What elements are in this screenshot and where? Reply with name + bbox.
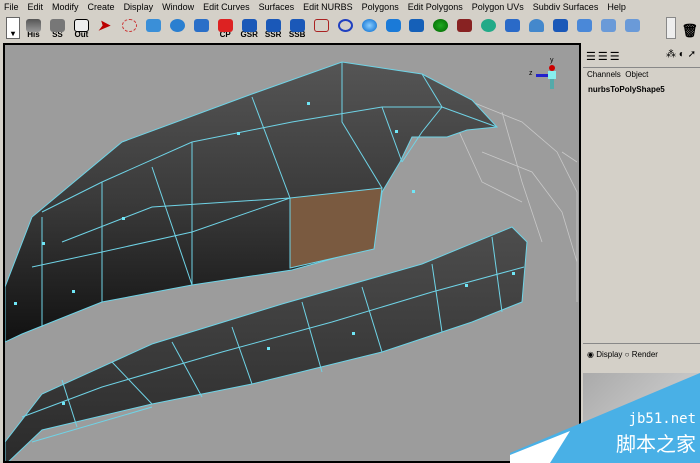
channel-box-icons[interactable]: ⁂ ◐ ➚ xyxy=(666,49,696,60)
menu-edit-curves[interactable]: Edit Curves xyxy=(203,2,250,12)
display-render-toggle: ◉ Display ○ Render xyxy=(583,343,700,365)
circle-icon[interactable] xyxy=(335,17,356,39)
shelf-ss-button[interactable]: SS xyxy=(47,17,68,39)
lasso-icon[interactable] xyxy=(119,17,140,39)
shelf-scroll[interactable] xyxy=(666,17,676,39)
menu-subdiv-surfaces[interactable]: Subdiv Surfaces xyxy=(533,2,599,12)
shelf-his-button[interactable]: His xyxy=(23,17,44,39)
shelf-out-button[interactable]: Out xyxy=(71,17,92,39)
shelf-menu-button[interactable]: ▾ xyxy=(6,17,20,39)
sphere-icon[interactable] xyxy=(359,17,380,39)
menu-help[interactable]: Help xyxy=(607,2,626,12)
poke-icon[interactable] xyxy=(526,17,547,39)
channel-box: ☰☰☰ ⁂ ◐ ➚ Channels Object nurbsToPolySha… xyxy=(583,43,700,373)
render-radio[interactable]: ○ Render xyxy=(625,350,658,359)
subdiv2-icon[interactable] xyxy=(622,17,643,39)
cylinder-icon[interactable] xyxy=(383,17,404,39)
watermark-site: jb51.net xyxy=(629,411,696,427)
menu-window[interactable]: Window xyxy=(162,2,194,12)
selected-face xyxy=(290,188,382,268)
shelf: ▾ His SS Out ➤ CP GSR SSR SSB 🗑 xyxy=(0,13,700,42)
move-icon[interactable] xyxy=(143,17,164,39)
trash-icon[interactable]: 🗑 xyxy=(679,17,700,39)
subdiv-icon[interactable] xyxy=(598,17,619,39)
menu-display[interactable]: Display xyxy=(124,2,154,12)
watermark: jb51.net 脚本之家 xyxy=(510,373,700,463)
combine-icon[interactable] xyxy=(430,17,451,39)
shelf-cp-button[interactable]: CP xyxy=(215,17,236,39)
select-arrow-icon[interactable]: ➤ xyxy=(95,17,116,39)
menu-edit[interactable]: Edit xyxy=(28,2,44,12)
viewport-3d[interactable]: y z xyxy=(3,43,581,463)
menu-edit-polygons[interactable]: Edit Polygons xyxy=(408,2,463,12)
cube-icon[interactable] xyxy=(406,17,427,39)
render-label: Render xyxy=(632,350,658,359)
tab-object[interactable]: Object xyxy=(625,70,648,79)
axis-z-label: z xyxy=(529,70,533,77)
shelf-ssb-button[interactable]: SSB xyxy=(287,17,308,39)
menu-surfaces[interactable]: Surfaces xyxy=(259,2,295,12)
object-name[interactable]: nurbsToPolyShape5 xyxy=(588,85,665,94)
rotate-icon[interactable] xyxy=(167,17,188,39)
shelf-gsr-button[interactable]: GSR xyxy=(239,17,260,39)
menu-file[interactable]: File xyxy=(4,2,19,12)
grid-icon[interactable] xyxy=(550,17,571,39)
tab-channels[interactable]: Channels xyxy=(587,70,621,79)
display-radio[interactable]: ◉ Display xyxy=(587,350,622,359)
menu-modify[interactable]: Modify xyxy=(52,2,79,12)
watermark-name: 脚本之家 xyxy=(616,428,696,457)
menu-polygons[interactable]: Polygons xyxy=(362,2,399,12)
extrude-icon[interactable] xyxy=(454,17,475,39)
smooth-icon[interactable] xyxy=(574,17,595,39)
shelf-ssr-button[interactable]: SSR xyxy=(263,17,284,39)
split-icon[interactable] xyxy=(478,17,499,39)
display-label: Display xyxy=(596,350,622,359)
bevel-icon[interactable] xyxy=(502,17,523,39)
view-axis-gizmo: y z xyxy=(533,59,573,89)
axis-y-label: y xyxy=(550,57,554,64)
curve-icon[interactable] xyxy=(311,17,332,39)
scale-icon[interactable] xyxy=(191,17,212,39)
menu-polygon-uvs[interactable]: Polygon UVs xyxy=(472,2,524,12)
model-mesh xyxy=(5,45,581,463)
channel-box-toolbar: ☰☰☰ xyxy=(586,50,622,63)
menu-create[interactable]: Create xyxy=(88,2,115,12)
menu-bar: File Edit Modify Create Display Window E… xyxy=(0,0,700,13)
menu-edit-nurbs[interactable]: Edit NURBS xyxy=(303,2,353,12)
channel-box-tabs: Channels Object xyxy=(583,67,700,80)
